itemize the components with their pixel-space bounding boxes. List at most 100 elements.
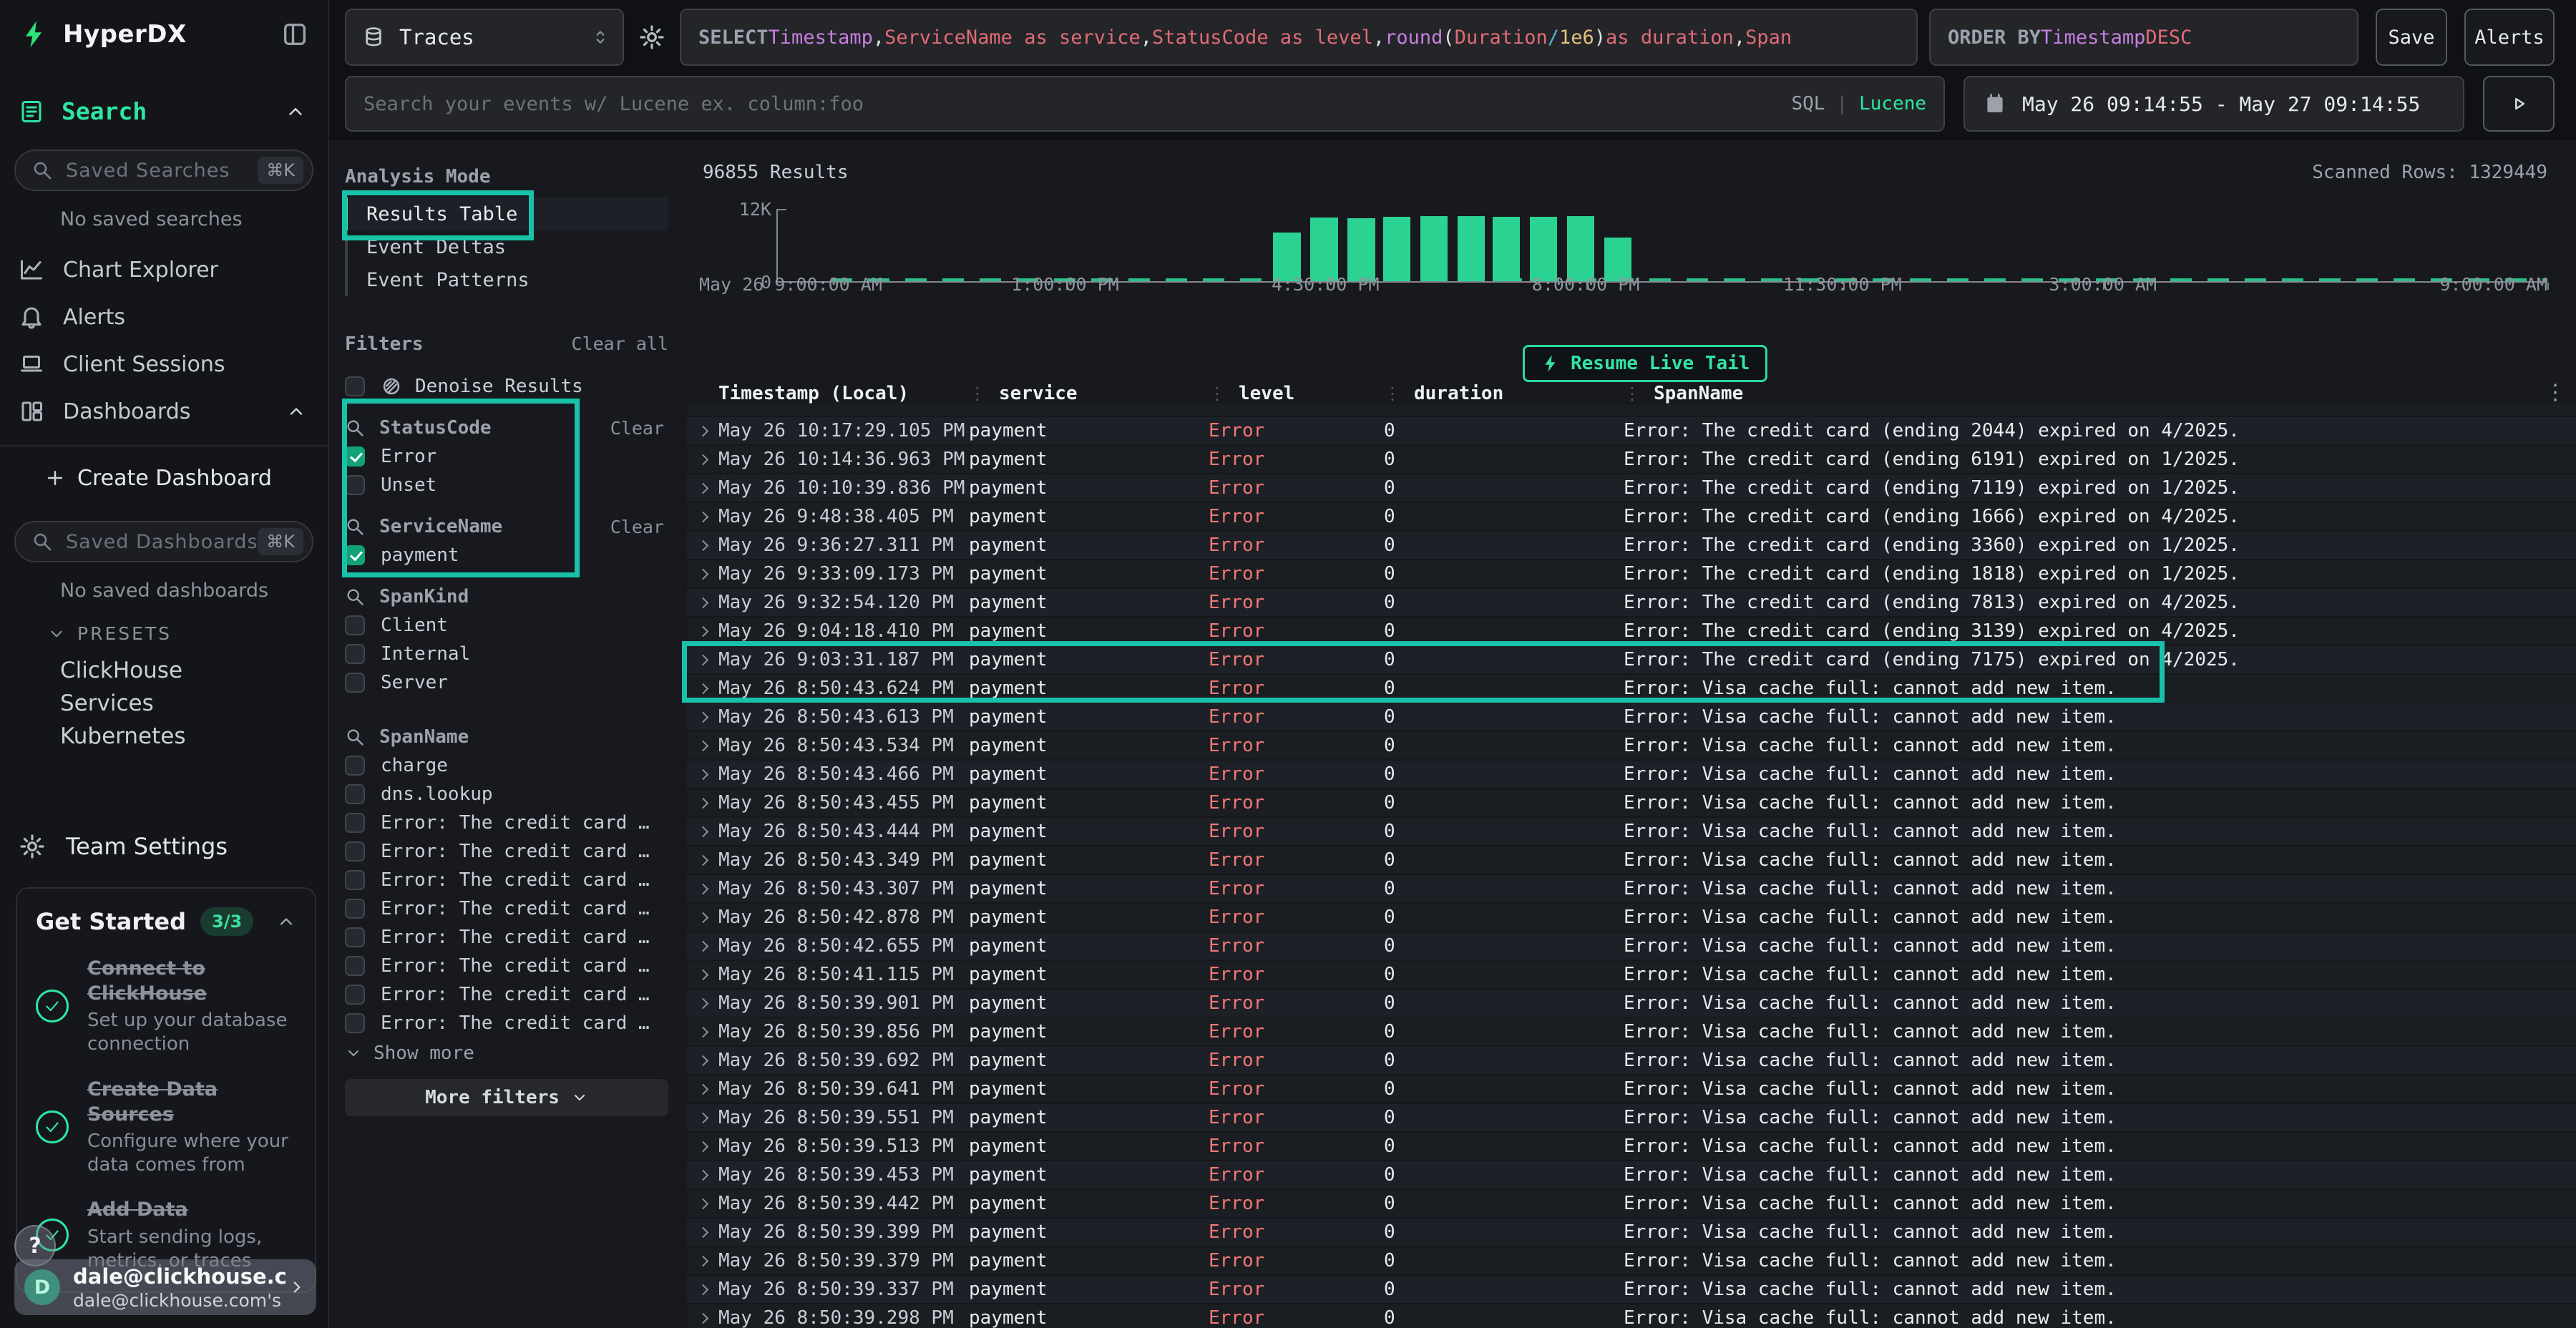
histogram-bar[interactable] bbox=[1383, 217, 1410, 281]
column-header-duration[interactable]: ⋮duration bbox=[1384, 383, 1624, 404]
table-row[interactable]: May 26 8:50:43.444 PMpaymentError0Error:… bbox=[687, 818, 2576, 846]
expand-row-icon[interactable] bbox=[687, 799, 718, 807]
table-row[interactable]: May 26 9:32:54.120 PMpaymentError0Error:… bbox=[687, 589, 2576, 617]
histogram-bar[interactable] bbox=[1347, 218, 1375, 281]
filter-option[interactable]: Error: The credit card … bbox=[345, 923, 668, 952]
checkbox[interactable] bbox=[345, 756, 365, 776]
table-row[interactable]: May 26 8:50:41.115 PMpaymentError0Error:… bbox=[687, 961, 2576, 990]
checkbox[interactable] bbox=[345, 1013, 365, 1033]
table-row[interactable]: May 26 8:50:43.534 PMpaymentError0Error:… bbox=[687, 732, 2576, 761]
histogram-bar[interactable] bbox=[1493, 217, 1520, 281]
resume-live-tail-button[interactable]: Resume Live Tail bbox=[1523, 345, 1767, 382]
filter-option[interactable]: Error: The credit card … bbox=[345, 894, 668, 923]
histogram-bar[interactable] bbox=[1567, 216, 1594, 281]
sidebar-item-preset-services[interactable]: Services bbox=[60, 687, 328, 720]
sidebar-item-team-settings[interactable]: Team Settings bbox=[19, 833, 328, 860]
expand-row-icon[interactable] bbox=[687, 542, 718, 550]
sidebar-item-client-sessions[interactable]: Client Sessions bbox=[0, 341, 328, 388]
table-row[interactable]: May 26 8:50:39.298 PMpaymentError0Error:… bbox=[687, 1304, 2576, 1328]
checkbox[interactable] bbox=[345, 841, 365, 861]
filter-option[interactable]: Internal bbox=[345, 640, 668, 668]
expand-row-icon[interactable] bbox=[687, 971, 718, 979]
saved-dashboards-input[interactable]: Saved Dashboards ⌘K bbox=[14, 521, 313, 562]
expand-row-icon[interactable] bbox=[687, 828, 718, 836]
table-row[interactable]: May 26 9:48:38.405 PMpaymentError0Error:… bbox=[687, 503, 2576, 532]
histogram-bar[interactable] bbox=[1310, 218, 1337, 281]
expand-row-icon[interactable] bbox=[687, 1085, 718, 1093]
checkbox[interactable] bbox=[345, 644, 365, 664]
checkbox[interactable] bbox=[345, 615, 365, 635]
checkbox[interactable] bbox=[345, 673, 365, 693]
table-row[interactable]: May 26 8:50:39.337 PMpaymentError0Error:… bbox=[687, 1276, 2576, 1304]
expand-row-icon[interactable] bbox=[687, 685, 718, 693]
expand-row-icon[interactable] bbox=[687, 628, 718, 635]
expand-row-icon[interactable] bbox=[687, 914, 718, 922]
chevron-up-icon[interactable] bbox=[285, 101, 306, 122]
expand-row-icon[interactable] bbox=[687, 1286, 718, 1294]
expand-row-icon[interactable] bbox=[687, 427, 718, 435]
sidebar-item-search[interactable]: Search bbox=[0, 97, 328, 125]
checkbox[interactable] bbox=[345, 956, 365, 976]
denoise-results-checkbox[interactable]: Denoise Results bbox=[345, 372, 668, 401]
expand-row-icon[interactable] bbox=[687, 656, 718, 664]
filter-option[interactable]: Error: The credit card … bbox=[345, 866, 668, 894]
checkbox[interactable] bbox=[345, 813, 365, 833]
get-started-item[interactable]: Create Data SourcesConfigure where your … bbox=[36, 1077, 296, 1178]
user-menu[interactable]: D dale@clickhouse.com dale@clickhouse.co… bbox=[14, 1259, 316, 1315]
table-row[interactable]: May 26 9:36:27.311 PMpaymentError0Error:… bbox=[687, 532, 2576, 560]
more-filters-button[interactable]: More filters bbox=[345, 1079, 668, 1116]
column-header-level[interactable]: ⋮level bbox=[1209, 383, 1384, 404]
order-by-input[interactable]: ORDER BY Timestamp DESC bbox=[1929, 9, 2358, 66]
table-row[interactable]: May 26 8:50:42.878 PMpaymentError0Error:… bbox=[687, 904, 2576, 932]
expand-row-icon[interactable] bbox=[687, 1229, 718, 1236]
checkbox[interactable] bbox=[345, 870, 365, 890]
expand-row-icon[interactable] bbox=[687, 942, 718, 950]
analysis-mode-results-table[interactable]: Results Table bbox=[345, 197, 668, 230]
table-row[interactable]: May 26 9:33:09.173 PMpaymentError0Error:… bbox=[687, 560, 2576, 589]
expand-row-icon[interactable] bbox=[687, 1000, 718, 1007]
table-row[interactable]: May 26 8:50:42.655 PMpaymentError0Error:… bbox=[687, 932, 2576, 961]
column-header-spanname[interactable]: ⋮SpanName bbox=[1624, 383, 2576, 404]
show-more-button[interactable]: Show more bbox=[345, 1039, 668, 1068]
collapse-sidebar-icon[interactable] bbox=[280, 20, 309, 49]
filter-option[interactable]: Error: The credit card … bbox=[345, 952, 668, 980]
table-row[interactable]: May 26 10:10:39.836 PMpaymentError0Error… bbox=[687, 474, 2576, 503]
expand-row-icon[interactable] bbox=[687, 1314, 718, 1322]
expand-row-icon[interactable] bbox=[687, 1057, 718, 1065]
checkbox[interactable] bbox=[345, 985, 365, 1005]
source-select[interactable]: Traces bbox=[345, 9, 624, 66]
table-row[interactable]: May 26 10:18:51.663 PMpaymentError0Error… bbox=[687, 404, 2576, 417]
expand-row-icon[interactable] bbox=[687, 1114, 718, 1122]
expand-row-icon[interactable] bbox=[687, 742, 718, 750]
source-settings-button[interactable] bbox=[624, 9, 680, 66]
alerts-button[interactable]: Alerts bbox=[2464, 9, 2555, 66]
table-row[interactable]: May 26 8:50:43.307 PMpaymentError0Error:… bbox=[687, 875, 2576, 904]
expand-row-icon[interactable] bbox=[687, 1200, 718, 1208]
sidebar-item-alerts[interactable]: Alerts bbox=[0, 293, 328, 341]
column-header-timestamp-local-[interactable]: Timestamp (Local) bbox=[718, 383, 969, 404]
chevron-up-icon[interactable] bbox=[276, 912, 296, 932]
expand-row-icon[interactable] bbox=[687, 1143, 718, 1151]
checkbox[interactable] bbox=[345, 545, 365, 565]
table-row[interactable]: May 26 8:50:39.442 PMpaymentError0Error:… bbox=[687, 1190, 2576, 1219]
sidebar-item-preset-kubernetes[interactable]: Kubernetes bbox=[60, 720, 328, 753]
expand-row-icon[interactable] bbox=[687, 484, 718, 492]
checkbox[interactable] bbox=[345, 446, 365, 467]
sidebar-item-chart-explorer[interactable]: Chart Explorer bbox=[0, 246, 328, 293]
create-dashboard-button[interactable]: Create Dashboard bbox=[44, 459, 328, 497]
analysis-mode-event-patterns[interactable]: Event Patterns bbox=[345, 263, 668, 296]
table-row[interactable]: May 26 8:50:39.856 PMpaymentError0Error:… bbox=[687, 1018, 2576, 1047]
filter-option[interactable]: Unset bbox=[345, 471, 668, 499]
search-input[interactable]: Search your events w/ Lucene ex. column:… bbox=[345, 76, 1945, 132]
table-row[interactable]: May 26 8:50:39.901 PMpaymentError0Error:… bbox=[687, 990, 2576, 1018]
filter-option[interactable]: Error: The credit card … bbox=[345, 980, 668, 1009]
table-row[interactable]: May 26 8:50:39.551 PMpaymentError0Error:… bbox=[687, 1104, 2576, 1133]
filter-option[interactable]: Error: The credit card … bbox=[345, 837, 668, 866]
histogram-bar[interactable] bbox=[1530, 217, 1557, 281]
filter-option[interactable]: Error: The credit card … bbox=[345, 809, 668, 837]
mode-sql-toggle[interactable]: SQL bbox=[1791, 93, 1825, 114]
table-options-icon[interactable]: ⋮ bbox=[2545, 383, 2566, 405]
table-row[interactable]: May 26 8:50:39.399 PMpaymentError0Error:… bbox=[687, 1219, 2576, 1247]
checkbox[interactable] bbox=[345, 376, 365, 396]
table-row[interactable]: May 26 8:50:39.453 PMpaymentError0Error:… bbox=[687, 1161, 2576, 1190]
